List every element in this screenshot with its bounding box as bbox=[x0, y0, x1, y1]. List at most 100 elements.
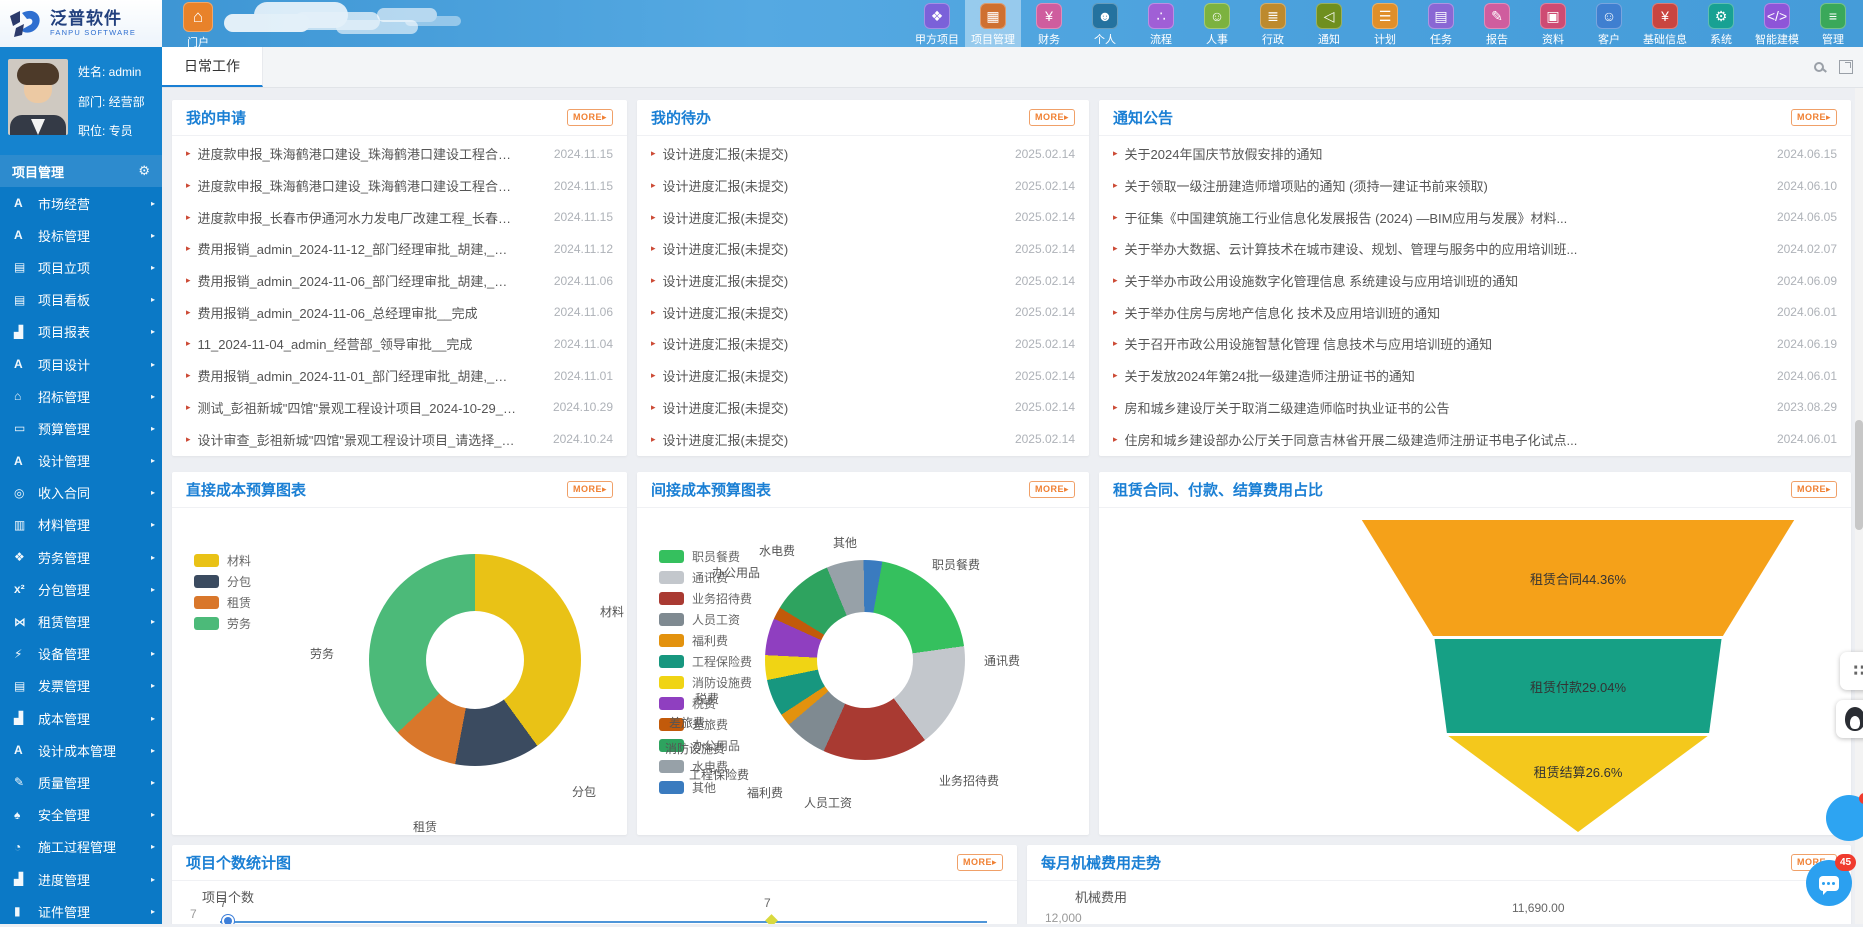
sidebar-menu-item[interactable]: A 设计成本管理 ▸ bbox=[0, 734, 162, 766]
top-nav-item[interactable]: </> 智能建模 bbox=[1749, 0, 1805, 47]
request-list-item[interactable]: ▸ 费用报销_admin_2024-11-01_部门经理审批_胡建,_运行中 2… bbox=[172, 360, 627, 392]
more-button[interactable]: MORE▸ bbox=[1029, 481, 1075, 498]
sidebar-menu-item[interactable]: A 投标管理 ▸ bbox=[0, 219, 162, 251]
sidebar-menu-item[interactable]: ▮ 证件管理 ▸ bbox=[0, 895, 162, 927]
legend-item[interactable]: 工程保险费 bbox=[659, 651, 752, 672]
sidebar-menu-item[interactable]: x² 分包管理 ▸ bbox=[0, 573, 162, 605]
top-nav-item[interactable]: ¥ 财务 bbox=[1021, 0, 1077, 47]
key-icon[interactable] bbox=[1814, 61, 1827, 74]
sidebar-menu-item[interactable]: ▤ 发票管理 ▸ bbox=[0, 670, 162, 702]
todo-list-item[interactable]: ▸ 设计进度汇报(未提交) 2025.02.14 bbox=[637, 392, 1089, 424]
top-nav-item[interactable]: ≡ 管理 bbox=[1805, 0, 1861, 47]
more-button[interactable]: MORE▸ bbox=[1791, 481, 1837, 498]
request-list-item[interactable]: ▸ 设计审查_彭祖新城"四馆"景观工程设计项目_请选择_胡广生_2024-10-… bbox=[172, 423, 627, 455]
top-nav-item[interactable]: ☻ 个人 bbox=[1077, 0, 1133, 47]
top-nav-item[interactable]: ▣ 资料 bbox=[1525, 0, 1581, 47]
todo-list-item[interactable]: ▸ 设计进度汇报(未提交) 2025.02.14 bbox=[637, 360, 1089, 392]
floating-service-button[interactable]: ∷ bbox=[1840, 652, 1863, 690]
sidebar-menu-item[interactable]: ◎ 收入合同 ▸ bbox=[0, 477, 162, 509]
request-list-item[interactable]: ▸ 费用报销_admin_2024-11-06_部门经理审批_胡建,_运行中 2… bbox=[172, 265, 627, 297]
line-marker-circle[interactable] bbox=[224, 917, 232, 924]
floating-qq-button[interactable] bbox=[1836, 700, 1863, 738]
expand-icon[interactable] bbox=[1839, 60, 1853, 74]
sidebar-menu-item[interactable]: ❖ 劳务管理 ▸ bbox=[0, 541, 162, 573]
top-nav-item[interactable]: ¥ 基础信息 bbox=[1637, 0, 1693, 47]
notice-list-item[interactable]: ▸ 关于2024年国庆节放假安排的通知 2024.06.15 bbox=[1099, 138, 1851, 170]
top-nav-item[interactable]: ≣ 行政 bbox=[1245, 0, 1301, 47]
funnel-band[interactable]: 租赁付款29.04% bbox=[1348, 639, 1808, 733]
request-list-item[interactable]: ▸ 费用报销_admin_2024-11-12_部门经理审批_胡建,_运行中 2… bbox=[172, 233, 627, 265]
top-nav-item[interactable]: ◁ 通知 bbox=[1301, 0, 1357, 47]
todo-list-item[interactable]: ▸ 设计进度汇报(未提交) 2025.02.14 bbox=[637, 233, 1089, 265]
todo-list-item[interactable]: ▸ 设计进度汇报(未提交) 2025.02.14 bbox=[637, 265, 1089, 297]
sidebar-menu-item[interactable]: ♠ 安全管理 ▸ bbox=[0, 799, 162, 831]
indirect-cost-donut-chart[interactable] bbox=[765, 560, 965, 760]
legend-item[interactable]: 人员工资 bbox=[659, 609, 752, 630]
direct-cost-donut-chart[interactable] bbox=[369, 554, 581, 766]
tab-daily-work[interactable]: 日常工作 bbox=[162, 47, 263, 87]
sidebar-menu-item[interactable]: ◔ 施工过程管理 ▸ bbox=[0, 831, 162, 863]
notice-list-item[interactable]: ▸ 关于举办大数据、云计算技术在城市建设、规划、管理与服务中的应用培训班... … bbox=[1099, 233, 1851, 265]
sidebar-menu-item[interactable]: ⌂ 招标管理 ▸ bbox=[0, 380, 162, 412]
sidebar-menu-item[interactable]: ▤ 项目看板 ▸ bbox=[0, 284, 162, 316]
rental-funnel-chart[interactable]: 租赁合同44.36% 租赁付款29.04% 租赁结算26.6% bbox=[1348, 520, 1808, 835]
top-nav-item[interactable]: ☺ 人事 bbox=[1189, 0, 1245, 47]
legend-item[interactable]: 劳务 bbox=[194, 613, 251, 634]
sidebar-menu-item[interactable]: ▟ 项目报表 ▸ bbox=[0, 316, 162, 348]
gear-icon[interactable]: ⚙ bbox=[138, 163, 150, 179]
notice-list-item[interactable]: ▸ 于征集《中国建筑施工行业信息化发展报告 (2024) —BIM应用与发展》材… bbox=[1099, 201, 1851, 233]
todo-list-item[interactable]: ▸ 设计进度汇报(未提交) 2025.02.14 bbox=[637, 423, 1089, 455]
funnel-band[interactable]: 租赁合同44.36% bbox=[1348, 520, 1808, 636]
request-list-item[interactable]: ▸ 费用报销_admin_2024-11-06_总经理审批__完成 2024.1… bbox=[172, 296, 627, 328]
request-list-item[interactable]: ▸ 11_2024-11-04_admin_经营部_领导审批__完成 2024.… bbox=[172, 328, 627, 360]
floating-chat-button[interactable]: 45 bbox=[1806, 860, 1852, 906]
top-nav-item[interactable]: ❖ 甲方项目 bbox=[909, 0, 965, 47]
todo-list-item[interactable]: ▸ 设计进度汇报(未提交) 2025.02.14 bbox=[637, 138, 1089, 170]
legend-item[interactable]: 租赁 bbox=[194, 592, 251, 613]
funnel-band[interactable]: 租赁结算26.6% bbox=[1348, 736, 1808, 832]
sidebar-menu-item[interactable]: A 市场经营 ▸ bbox=[0, 187, 162, 219]
scrollbar-thumb[interactable] bbox=[1855, 420, 1863, 530]
top-nav-item[interactable]: ▤ 任务 bbox=[1413, 0, 1469, 47]
todo-list-item[interactable]: ▸ 设计进度汇报(未提交) 2025.02.14 bbox=[637, 201, 1089, 233]
notice-list-item[interactable]: ▸ 关于举办住房与房地产信息化 技术及应用培训班的通知 2024.06.01 bbox=[1099, 296, 1851, 328]
sidebar-menu-item[interactable]: ⚡ 设备管理 ▸ bbox=[0, 638, 162, 670]
sidebar-menu-item[interactable]: A 项目设计 ▸ bbox=[0, 348, 162, 380]
notice-list-item[interactable]: ▸ 关于召开市政公用设施智慧化管理 信息技术与应用培训班的通知 2024.06.… bbox=[1099, 328, 1851, 360]
notice-list-item[interactable]: ▸ 房和城乡建设厅关于取消二级建造师临时执业证书的公告 2023.08.29 bbox=[1099, 392, 1851, 424]
request-list-item[interactable]: ▸ 进度款申报_珠海鹤港口建设_珠海鹤港口建设工程合作协议书_admin_...… bbox=[172, 138, 627, 170]
todo-list-item[interactable]: ▸ 设计进度汇报(未提交) 2025.02.14 bbox=[637, 328, 1089, 360]
more-button[interactable]: MORE▸ bbox=[567, 481, 613, 498]
top-nav-item[interactable]: ▦ 项目管理 bbox=[965, 0, 1021, 47]
notice-list-item[interactable]: ▸ 关于举办市政公用设施数字化管理信息 系统建设与应用培训班的通知 2024.0… bbox=[1099, 265, 1851, 297]
request-list-item[interactable]: ▸ 进度款申报_珠海鹤港口建设_珠海鹤港口建设工程合作协议书_admin_...… bbox=[172, 170, 627, 202]
request-list-item[interactable]: ▸ 测试_彭祖新城"四馆"景观工程设计项目_2024-10-29_admin_结… bbox=[172, 392, 627, 424]
top-nav-item[interactable]: ☺ 客户 bbox=[1581, 0, 1637, 47]
more-button[interactable]: MORE▸ bbox=[1029, 109, 1075, 126]
more-button[interactable]: MORE▸ bbox=[567, 109, 613, 126]
todo-list-item[interactable]: ▸ 设计进度汇报(未提交) 2025.02.14 bbox=[637, 170, 1089, 202]
legend-item[interactable]: 分包 bbox=[194, 571, 251, 592]
more-button[interactable]: MORE▸ bbox=[1791, 109, 1837, 126]
sidebar-menu-item[interactable]: ▥ 材料管理 ▸ bbox=[0, 509, 162, 541]
notice-list-item[interactable]: ▸ 关于领取一级注册建造师增项贴的通知 (须持一建证书前来领取) 2024.06… bbox=[1099, 170, 1851, 202]
todo-list-item[interactable]: ▸ 设计进度汇报(未提交) 2025.02.14 bbox=[637, 296, 1089, 328]
sidebar-menu-item[interactable]: ▟ 成本管理 ▸ bbox=[0, 702, 162, 734]
top-nav-item[interactable]: ✎ 报告 bbox=[1469, 0, 1525, 47]
sidebar-menu-item[interactable]: ▭ 预算管理 ▸ bbox=[0, 412, 162, 444]
top-nav-item[interactable]: ∴ 流程 bbox=[1133, 0, 1189, 47]
top-nav-item[interactable]: ⚙ 系统 bbox=[1693, 0, 1749, 47]
legend-item[interactable]: 福利费 bbox=[659, 630, 752, 651]
sidebar-menu-item[interactable]: ▤ 项目立项 ▸ bbox=[0, 251, 162, 283]
legend-item[interactable]: 材料 bbox=[194, 550, 251, 571]
top-nav-item[interactable]: ☰ 计划 bbox=[1357, 0, 1413, 47]
nav-item-portal[interactable]: ⌂ 门户 bbox=[170, 2, 226, 47]
legend-item[interactable]: 业务招待费 bbox=[659, 588, 752, 609]
request-list-item[interactable]: ▸ 进度款申报_长春市伊通河水力发电厂改建工程_长春市伊通河水力发电... 20… bbox=[172, 201, 627, 233]
sidebar-menu-item[interactable]: ⋈ 租赁管理 ▸ bbox=[0, 605, 162, 637]
notice-list-item[interactable]: ▸ 关于发放2024年第24批一级建造师注册证书的通知 2024.06.01 bbox=[1099, 360, 1851, 392]
sidebar-menu-item[interactable]: A 设计管理 ▸ bbox=[0, 445, 162, 477]
more-button[interactable]: MORE▸ bbox=[957, 854, 1003, 871]
notice-list-item[interactable]: ▸ 住房和城乡建设部办公厅关于同意吉林省开展二级建造师注册证书电子化试点... … bbox=[1099, 423, 1851, 455]
sidebar-menu-item[interactable]: ▟ 进度管理 ▸ bbox=[0, 863, 162, 895]
